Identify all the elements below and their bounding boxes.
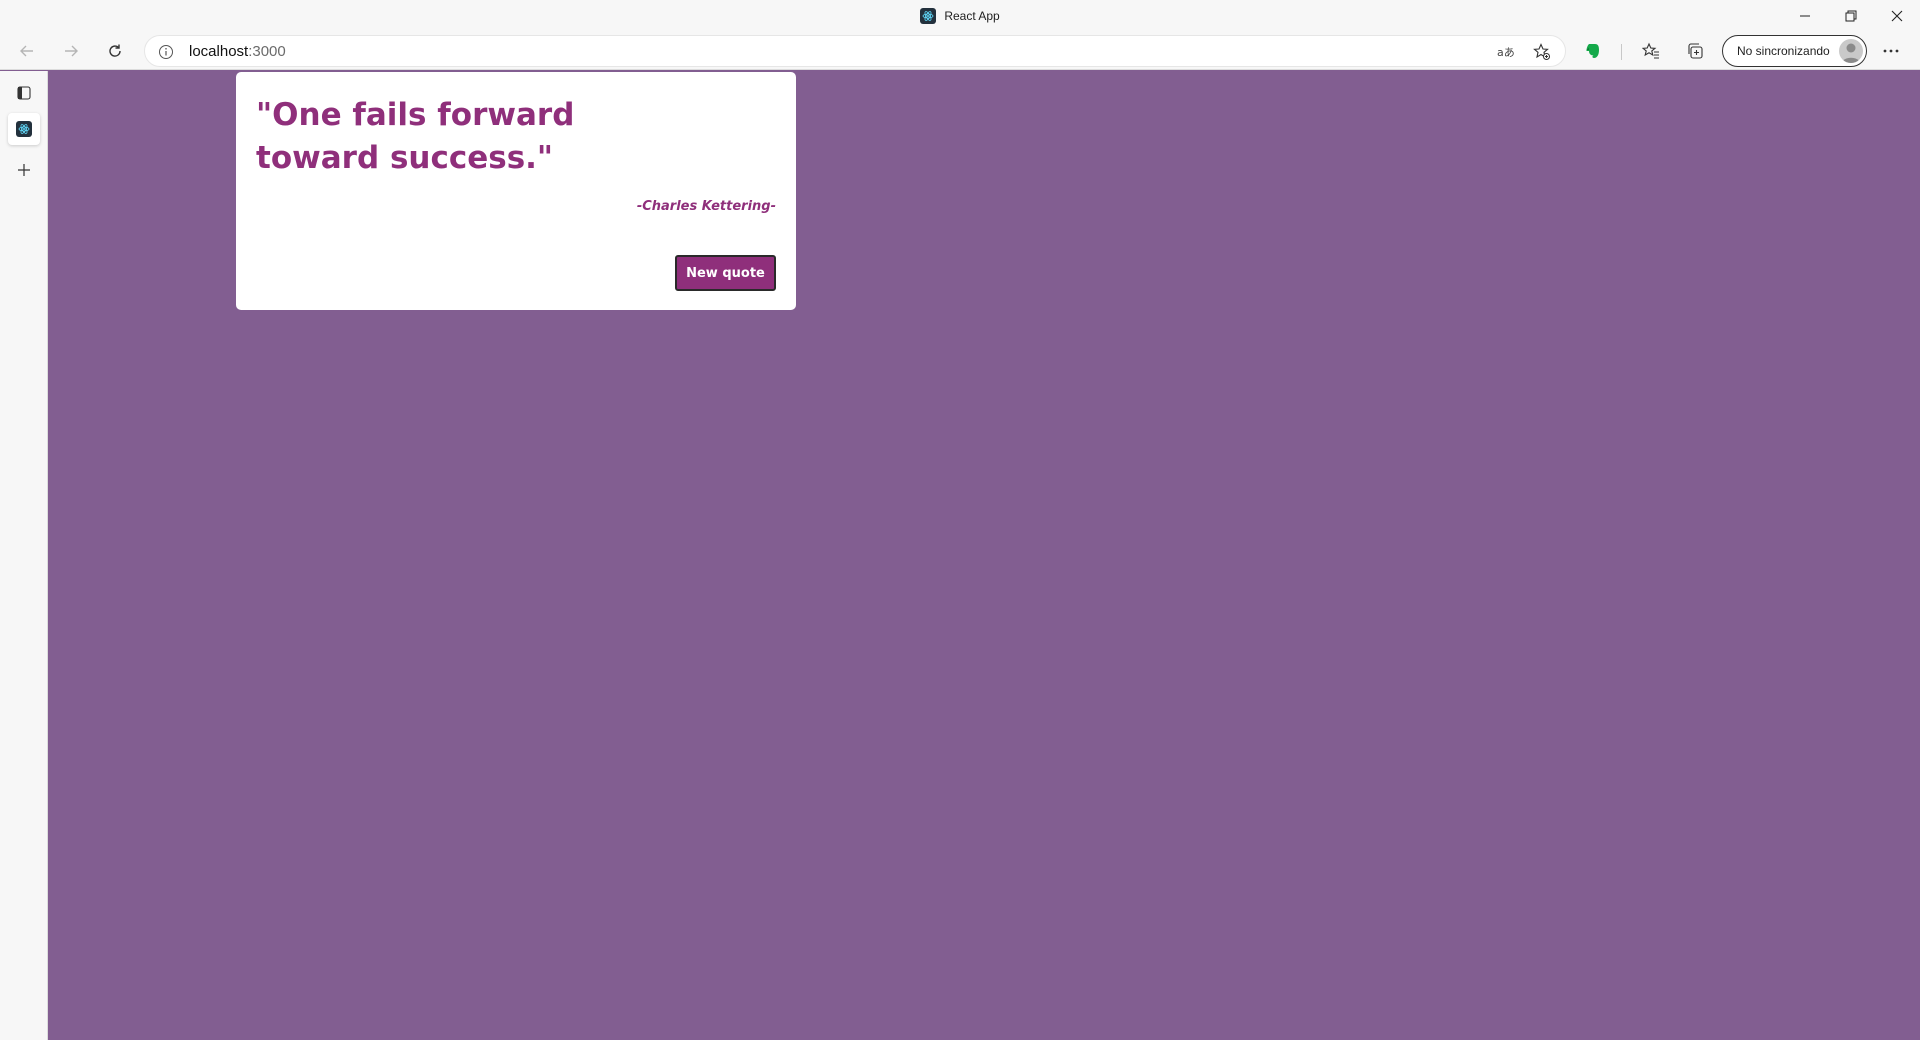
- tab-actions-button[interactable]: [8, 77, 40, 109]
- favorite-add-icon: [1533, 43, 1550, 60]
- refresh-icon: [109, 44, 121, 57]
- window-title: React App: [0, 0, 1920, 32]
- toolbar-divider: [1621, 44, 1622, 60]
- collections-button[interactable]: [1680, 36, 1710, 66]
- browser-toolbar: localhost:3000 aあ No sincronizando: [0, 32, 1920, 70]
- address-bar[interactable]: localhost:3000 aあ: [144, 35, 1566, 67]
- window-controls: [1782, 0, 1920, 32]
- evernote-icon: [1586, 44, 1599, 58]
- url-text[interactable]: localhost:3000: [189, 43, 286, 60]
- svg-text:aあ: aあ: [1497, 46, 1515, 59]
- read-aloud-icon: aあ: [1497, 46, 1515, 59]
- profile-label: No sincronizando: [1737, 44, 1830, 58]
- quote-text: "One fails forward toward success.": [256, 97, 575, 176]
- refresh-button[interactable]: [100, 36, 130, 66]
- restore-button[interactable]: [1828, 0, 1874, 32]
- more-button[interactable]: [1876, 36, 1906, 66]
- read-aloud-button[interactable]: aあ: [1491, 40, 1521, 64]
- url-host: localhost: [189, 43, 249, 60]
- favorites-icon: [1642, 42, 1659, 59]
- react-favicon-icon: [920, 8, 937, 24]
- back-button[interactable]: [12, 36, 42, 66]
- url-port: :3000: [248, 43, 286, 60]
- site-info-icon[interactable]: [157, 43, 175, 61]
- new-tab-icon: [18, 164, 30, 176]
- close-button[interactable]: [1874, 0, 1920, 32]
- new-quote-button[interactable]: New quote: [675, 255, 776, 291]
- title-bar: React App: [0, 0, 1920, 32]
- favorite-add-button[interactable]: [1527, 40, 1557, 64]
- forward-icon: [65, 45, 78, 57]
- evernote-extension-button[interactable]: [1578, 36, 1608, 66]
- avatar-icon: [1839, 39, 1863, 63]
- tab-actions-icon: [17, 86, 31, 100]
- quote-box: "One fails forward toward success." -Cha…: [236, 72, 796, 310]
- react-tab-favicon: [16, 121, 32, 137]
- new-tab-button[interactable]: [8, 154, 40, 186]
- address-bar-actions: aあ: [1491, 40, 1557, 64]
- favorites-button[interactable]: [1636, 36, 1666, 66]
- collections-icon: [1688, 43, 1703, 59]
- minimize-button[interactable]: [1782, 0, 1828, 32]
- profile-button[interactable]: No sincronizando: [1722, 35, 1867, 67]
- forward-button[interactable]: [56, 36, 86, 66]
- quote-author: -Charles Kettering-: [636, 199, 776, 214]
- back-icon: [20, 45, 33, 57]
- react-app-tab[interactable]: [8, 113, 40, 145]
- window-title-text: React App: [944, 9, 1000, 23]
- page-content: "One fails forward toward success." -Cha…: [48, 71, 1920, 1040]
- more-icon: [1883, 49, 1899, 53]
- vertical-tabs-rail: [0, 71, 48, 1040]
